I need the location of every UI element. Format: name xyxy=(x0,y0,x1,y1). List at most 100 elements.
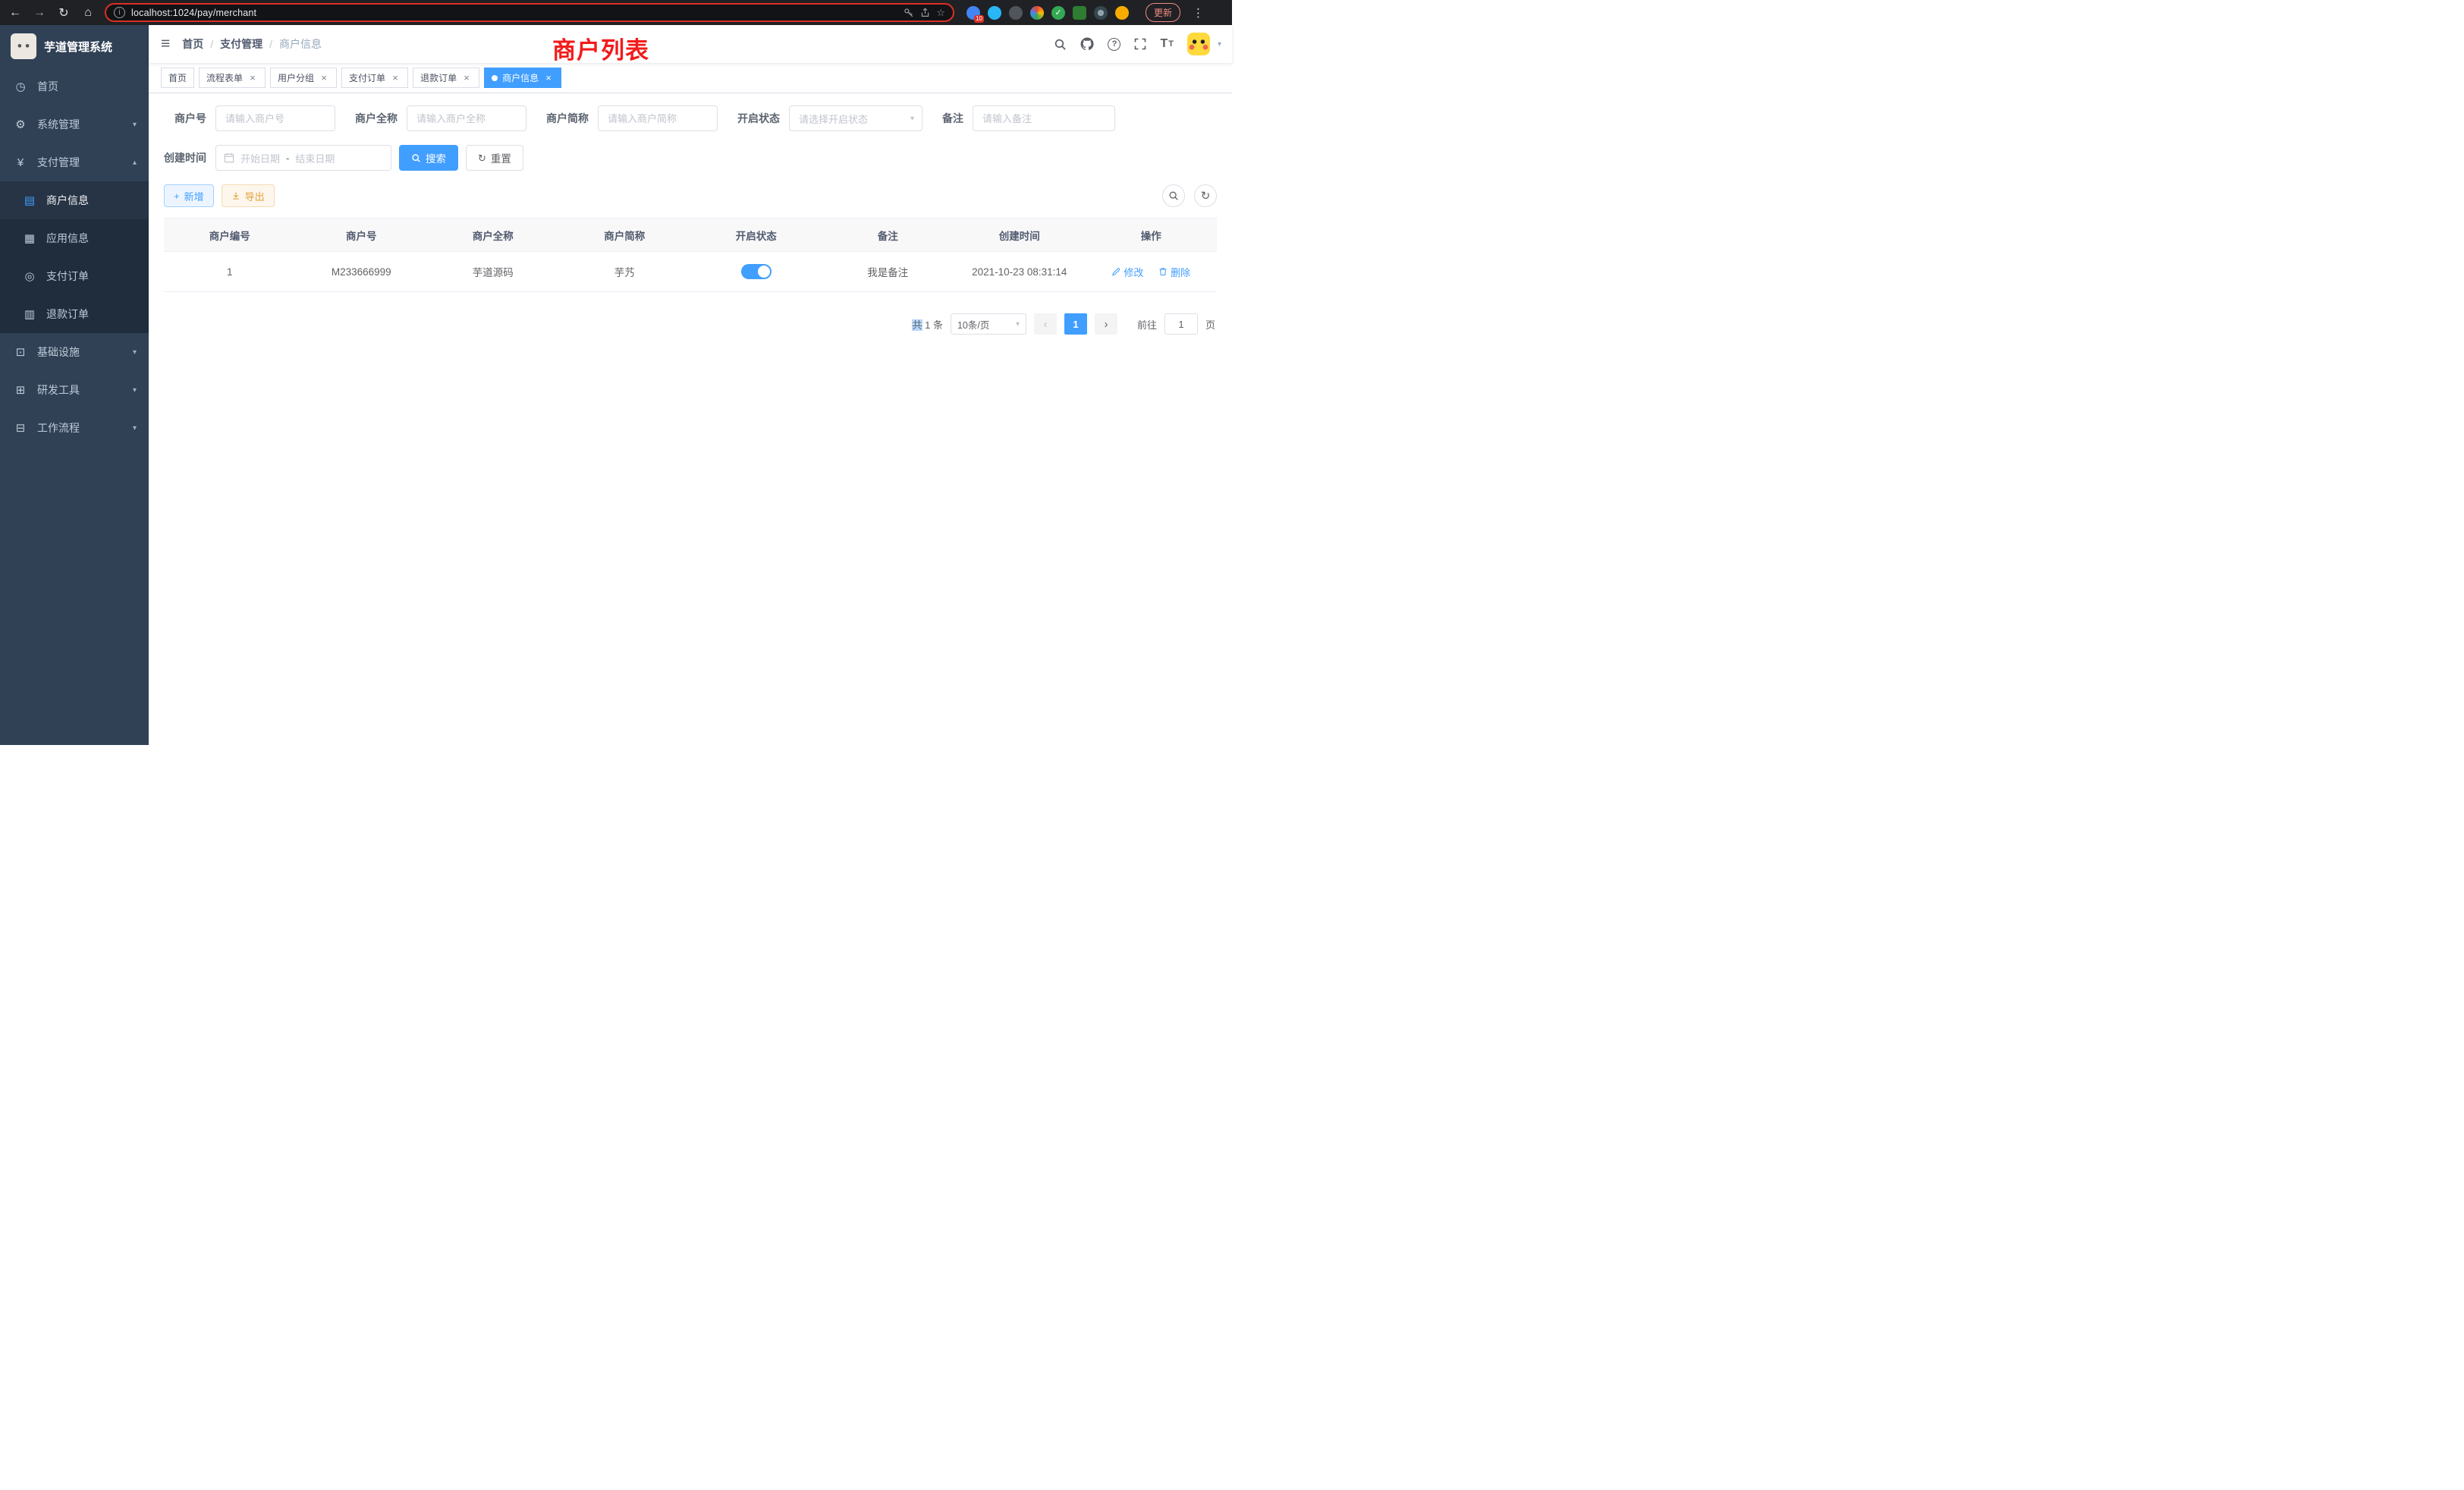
tab-user-group[interactable]: 用户分组 × xyxy=(270,68,337,88)
browser-menu-icon[interactable]: ⋮ xyxy=(1190,6,1207,20)
col-status: 开启状态 xyxy=(690,218,822,252)
close-icon[interactable]: × xyxy=(319,73,329,83)
page-size-select[interactable]: 10条/页 ▾ xyxy=(951,313,1026,335)
tab-label: 商户信息 xyxy=(502,71,539,84)
refresh-icon: ↻ xyxy=(478,153,486,163)
close-icon[interactable]: × xyxy=(247,73,258,83)
filter-label: 商户全称 xyxy=(355,111,398,126)
full-name-input[interactable] xyxy=(407,105,526,131)
password-key-icon[interactable] xyxy=(904,8,914,18)
tab-label: 首页 xyxy=(168,71,187,84)
browser-forward-icon[interactable]: → xyxy=(32,6,47,20)
monitor-icon: ⊡ xyxy=(14,345,27,359)
breadcrumb-separator: / xyxy=(210,38,213,50)
extension-icon-6[interactable] xyxy=(1073,6,1086,20)
extension-icon-3[interactable] xyxy=(1009,6,1023,20)
browser-update-button[interactable]: 更新 xyxy=(1146,3,1180,22)
sidebar-item-system[interactable]: ⚙ 系统管理 ▾ xyxy=(0,105,149,143)
short-name-input[interactable] xyxy=(598,105,718,131)
sidebar-item-workflow[interactable]: ⊟ 工作流程 ▾ xyxy=(0,409,149,447)
remark-input[interactable] xyxy=(973,105,1115,131)
share-icon[interactable] xyxy=(920,8,930,17)
sidebar-menu: ◷ 首页 ⚙ 系统管理 ▾ ¥ 支付管理 ▴ ▤ 商户信息 ▦ 应用 xyxy=(0,68,149,447)
close-icon[interactable]: × xyxy=(543,73,554,83)
close-icon[interactable]: × xyxy=(390,73,401,83)
next-page-button[interactable]: › xyxy=(1095,313,1117,335)
reset-button[interactable]: ↻ 重置 xyxy=(466,145,523,171)
help-icon[interactable]: ? xyxy=(1108,38,1120,51)
extension-icon-2[interactable] xyxy=(988,6,1001,20)
tab-refund-order[interactable]: 退款订单 × xyxy=(413,68,479,88)
tab-pay-order[interactable]: 支付订单 × xyxy=(341,68,408,88)
extension-icon-7[interactable] xyxy=(1094,6,1108,20)
sidebar-item-merchant-info[interactable]: ▤ 商户信息 xyxy=(0,181,149,219)
sidebar-item-app-info[interactable]: ▦ 应用信息 xyxy=(0,219,149,257)
delete-link-label: 删除 xyxy=(1171,265,1190,279)
filter-remark: 备注 xyxy=(942,105,1115,131)
fullscreen-icon[interactable] xyxy=(1134,38,1146,50)
delete-link[interactable]: 删除 xyxy=(1158,265,1190,279)
filter-label: 商户简称 xyxy=(546,111,589,126)
sidebar-item-dev-tools[interactable]: ⊞ 研发工具 ▾ xyxy=(0,371,149,409)
filter-label: 创建时间 xyxy=(164,150,206,165)
sidebar-item-pay-order[interactable]: ◎ 支付订单 xyxy=(0,257,149,295)
filter-label: 商户号 xyxy=(164,111,206,126)
user-avatar[interactable] xyxy=(1187,33,1210,55)
bookmark-star-icon[interactable]: ☆ xyxy=(936,7,945,19)
address-bar[interactable]: i localhost:1024/pay/merchant ☆ xyxy=(105,3,954,22)
breadcrumb-payment[interactable]: 支付管理 xyxy=(220,36,262,52)
cell-merchant-id: 1 xyxy=(164,252,296,292)
col-full-name: 商户全称 xyxy=(427,218,559,252)
browser-back-icon[interactable]: ← xyxy=(8,6,23,20)
merchant-no-input[interactable] xyxy=(215,105,335,131)
tab-merchant-info[interactable]: 商户信息 × xyxy=(484,68,561,88)
tab-label: 用户分组 xyxy=(278,71,314,84)
font-size-large-glyph: T xyxy=(1160,37,1168,51)
github-icon[interactable] xyxy=(1080,37,1094,51)
status-toggle[interactable] xyxy=(741,264,772,279)
extension-icon-5[interactable]: ✓ xyxy=(1051,6,1065,20)
site-info-icon[interactable]: i xyxy=(114,7,125,18)
search-icon[interactable] xyxy=(1054,38,1067,51)
font-size-icon[interactable]: T T xyxy=(1160,37,1174,51)
sidebar-item-label: 退款订单 xyxy=(46,306,137,322)
chevron-down-icon[interactable]: ▾ xyxy=(1218,40,1221,49)
search-button-label: 搜索 xyxy=(426,150,446,165)
goto-page-input[interactable] xyxy=(1164,313,1198,335)
extension-icon-8[interactable] xyxy=(1115,6,1129,20)
sidebar-item-payment[interactable]: ¥ 支付管理 ▴ xyxy=(0,143,149,181)
add-button[interactable]: + 新增 xyxy=(164,184,214,207)
sidebar-logo[interactable]: 芋道管理系统 xyxy=(0,25,149,68)
cell-create-time: 2021-10-23 08:31:14 xyxy=(954,252,1086,292)
breadcrumb-home[interactable]: 首页 xyxy=(182,36,203,52)
hamburger-icon[interactable]: ≡ xyxy=(149,35,182,53)
chevron-up-icon: ▴ xyxy=(133,159,137,167)
tab-home[interactable]: 首页 xyxy=(161,68,194,88)
annotation-merchant-list: 商户列表 xyxy=(552,31,649,65)
create-time-range-picker[interactable]: 开始日期 - 结束日期 xyxy=(215,145,391,171)
sidebar-item-refund-order[interactable]: ▥ 退款订单 xyxy=(0,295,149,333)
cell-full-name: 芋道源码 xyxy=(427,252,559,292)
cell-remark: 我是备注 xyxy=(822,252,954,292)
edit-link[interactable]: 修改 xyxy=(1111,265,1143,279)
toggle-search-icon[interactable] xyxy=(1162,184,1185,207)
url-text[interactable]: localhost:1024/pay/merchant xyxy=(131,8,897,18)
close-icon[interactable]: × xyxy=(461,73,472,83)
sidebar-item-home[interactable]: ◷ 首页 xyxy=(0,68,149,105)
page-number-1[interactable]: 1 xyxy=(1064,313,1087,335)
status-select[interactable]: 请选择开启状态 ▾ xyxy=(789,105,922,131)
sidebar-item-infrastructure[interactable]: ⊡ 基础设施 ▾ xyxy=(0,333,149,371)
search-button[interactable]: 搜索 xyxy=(399,145,458,171)
browser-reload-icon[interactable]: ↻ xyxy=(56,5,71,20)
logo-title: 芋道管理系统 xyxy=(44,39,112,55)
cell-actions: 修改 删除 xyxy=(1086,252,1218,292)
tab-process-form[interactable]: 流程表单 × xyxy=(199,68,266,88)
refresh-table-icon[interactable]: ↻ xyxy=(1194,184,1217,207)
extension-icon-4[interactable] xyxy=(1030,6,1044,20)
export-button[interactable]: 导出 xyxy=(222,184,275,207)
browser-home-icon[interactable]: ⌂ xyxy=(80,6,96,20)
edit-link-label: 修改 xyxy=(1124,265,1143,279)
cell-status xyxy=(690,252,822,292)
extension-icon-1[interactable]: 10 xyxy=(966,6,980,20)
prev-page-button[interactable]: ‹ xyxy=(1034,313,1057,335)
